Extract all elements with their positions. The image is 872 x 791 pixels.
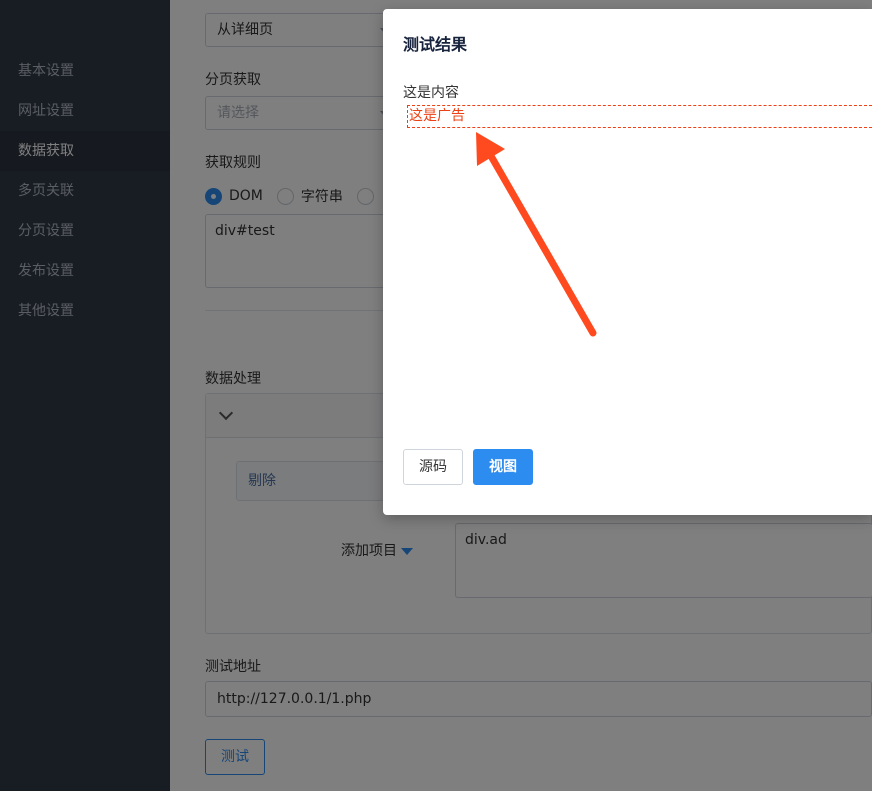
modal-title: 测试结果	[403, 35, 468, 54]
view-button[interactable]: 视图	[473, 449, 533, 485]
test-result-modal: 测试结果 这是内容 这是广告 源码 视图	[383, 9, 872, 515]
result-ad-highlight: 这是广告	[407, 105, 872, 128]
result-content-text: 这是内容	[403, 85, 459, 101]
source-button[interactable]: 源码	[403, 449, 463, 485]
